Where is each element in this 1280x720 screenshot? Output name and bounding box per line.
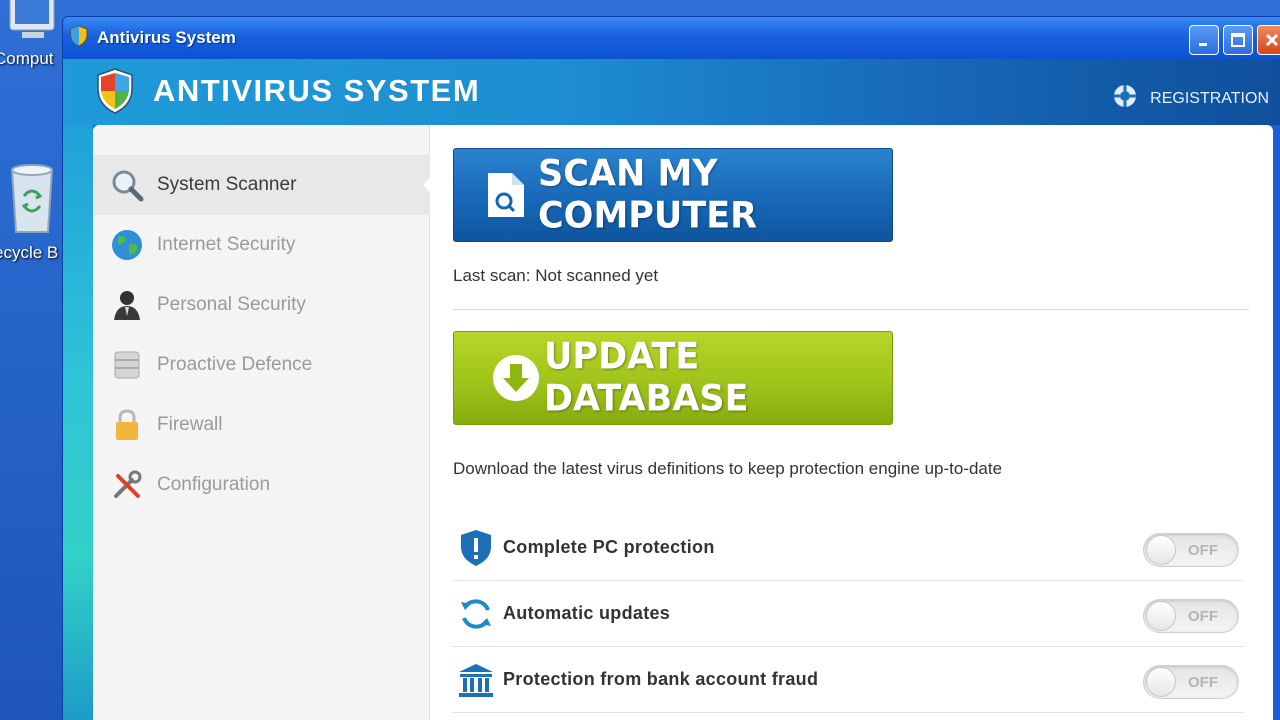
app-title: ANTIVIRUS SYSTEM — [153, 73, 481, 108]
bank-fraud-protection-toggle[interactable]: OFF — [1143, 665, 1239, 699]
bank-icon — [453, 662, 499, 698]
protection-row-automatic-updates: Automatic updates OFF — [453, 581, 1243, 647]
recycle-bin-icon — [4, 162, 64, 243]
registration-link[interactable]: REGISTRATION — [1112, 83, 1269, 114]
sidebar-item-configuration[interactable]: Configuration — [93, 455, 430, 515]
maximize-button[interactable] — [1223, 25, 1253, 55]
title-bar[interactable]: Antivirus System — [63, 17, 1280, 59]
divider — [453, 309, 1249, 310]
app-header: ANTIVIRUS SYSTEM REGISTRATION — [63, 59, 1280, 125]
decorative-wave — [63, 125, 93, 720]
globe-icon — [109, 227, 145, 263]
download-arrow-icon — [492, 354, 540, 402]
sidebar-item-personal-security[interactable]: Personal Security — [93, 275, 430, 335]
sidebar-item-label: Internet Security — [157, 234, 296, 255]
tools-icon — [109, 467, 145, 503]
sidebar: System Scanner Internet Security Persona… — [93, 125, 431, 720]
desktop-icon-computer[interactable]: Comput — [0, 0, 64, 69]
complete-pc-protection-toggle[interactable]: OFF — [1143, 533, 1239, 567]
maximize-icon — [1231, 33, 1245, 47]
desktop-icon-label: Comput — [0, 49, 54, 68]
sidebar-item-label: System Scanner — [157, 174, 297, 195]
sidebar-item-label: Personal Security — [157, 294, 306, 315]
person-icon — [109, 287, 145, 323]
main-content: SCAN MY COMPUTER Last scan: Not scanned … — [451, 125, 1251, 720]
shield-icon — [69, 24, 89, 52]
sidebar-item-proactive-defence[interactable]: Proactive Defence — [93, 335, 430, 395]
last-scan-status: Last scan: Not scanned yet — [453, 266, 659, 285]
window-title: Antivirus System — [97, 28, 236, 47]
app-logo-shield-icon — [95, 67, 135, 120]
sidebar-item-system-scanner[interactable]: System Scanner — [93, 155, 431, 215]
close-icon — [1265, 33, 1279, 47]
desktop-icon-recycle-bin[interactable]: ecycle B — [0, 162, 64, 263]
protection-row-complete-pc: Complete PC protection OFF — [453, 515, 1243, 581]
sidebar-item-label: Proactive Defence — [157, 354, 313, 375]
sidebar-item-label: Configuration — [157, 474, 271, 495]
toggle-knob — [1146, 535, 1176, 565]
database-icon — [109, 347, 145, 383]
sidebar-nav: System Scanner Internet Security Persona… — [93, 155, 431, 515]
minimize-button[interactable] — [1189, 25, 1219, 55]
update-description: Download the latest virus definitions to… — [453, 459, 1003, 478]
sidebar-item-label: Firewall — [157, 414, 223, 435]
computer-icon — [4, 0, 64, 49]
shield-alert-icon — [453, 529, 499, 567]
toggle-knob — [1146, 667, 1176, 697]
content-panel: System Scanner Internet Security Persona… — [93, 125, 1273, 720]
protection-label: Protection from bank account fraud — [503, 669, 819, 689]
lifebuoy-icon — [1112, 83, 1138, 114]
document-search-icon — [486, 171, 526, 219]
automatic-updates-toggle[interactable]: OFF — [1143, 599, 1239, 633]
antivirus-window: Antivirus System ANTIVIRUS SYSTEM REGIST… — [62, 16, 1280, 720]
close-button[interactable] — [1257, 25, 1280, 55]
scan-my-computer-button[interactable]: SCAN MY COMPUTER — [453, 148, 893, 242]
desktop-icon-label: ecycle B — [0, 243, 59, 262]
update-button-label: UPDATE DATABASE — [544, 336, 749, 420]
toggle-state: OFF — [1188, 542, 1218, 559]
refresh-icon — [453, 596, 499, 632]
toggle-knob — [1146, 601, 1176, 631]
scan-button-label: SCAN MY COMPUTER — [538, 153, 758, 237]
toggle-state: OFF — [1188, 608, 1218, 625]
protection-label: Automatic updates — [503, 603, 671, 623]
minimize-icon — [1199, 43, 1207, 46]
window-controls — [1189, 25, 1280, 55]
lock-icon — [109, 407, 145, 443]
sidebar-item-internet-security[interactable]: Internet Security — [93, 215, 430, 275]
update-database-button[interactable]: UPDATE DATABASE — [453, 331, 893, 425]
magnifier-icon — [109, 167, 145, 203]
protection-label: Complete PC protection — [503, 537, 715, 557]
toggle-state: OFF — [1188, 674, 1218, 691]
registration-label: REGISTRATION — [1150, 89, 1269, 107]
protection-row-bank-fraud: Protection from bank account fraud OFF — [453, 647, 1243, 713]
sidebar-item-firewall[interactable]: Firewall — [93, 395, 430, 455]
